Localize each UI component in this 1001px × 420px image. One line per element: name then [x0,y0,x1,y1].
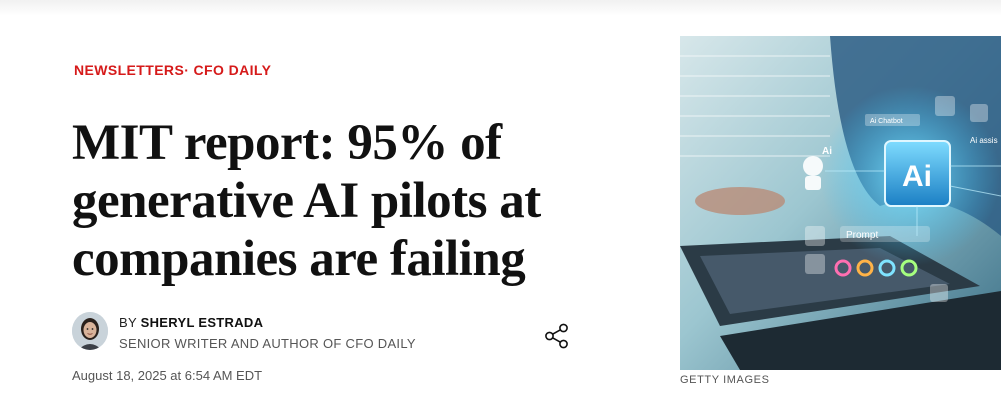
article-headline: MIT report: 95% of generative AI pilots … [72,115,541,287]
author-role: SENIOR WRITER AND AUTHOR OF CFO DAILY [119,336,416,351]
byline-prefix: BY [119,315,137,330]
publish-date: August 18, 2025 at 6:54 AM EDT [72,368,263,383]
breadcrumb-newsletters[interactable]: NEWSLETTERS [74,62,184,78]
author-avatar[interactable] [72,312,108,350]
breadcrumb-cfo-daily[interactable]: CFO DAILY [194,62,272,78]
share-button[interactable] [544,323,570,349]
breadcrumb: NEWSLETTERS· CFO DAILY [74,62,632,78]
byline-text: BY SHERYL ESTRADA SENIOR WRITER AND AUTH… [119,315,416,351]
byline: BY SHERYL ESTRADA SENIOR WRITER AND AUTH… [72,312,416,351]
hero-ai-chip-label: Ai [902,160,932,193]
article-header: NEWSLETTERS· CFO DAILY MIT report: 95% o… [72,62,632,383]
image-credit: GETTY IMAGES [680,374,770,386]
top-shadow-bar [0,0,1001,16]
author-name-link[interactable]: SHERYL ESTRADA [141,315,264,330]
byline-author-line: BY SHERYL ESTRADA [119,315,416,330]
hero-image[interactable]: Ai Ai Ai Chatbot Prompt Ai assis [680,36,1001,370]
hero-prompt-label: Prompt [846,230,878,241]
hero-ai-assist-label: Ai assis [970,136,998,145]
hero-ai-robot-label: Ai [822,146,832,157]
hero-chatbot-label: Ai Chatbot [870,118,903,125]
breadcrumb-separator: · [184,62,190,78]
share-icon [545,323,568,349]
